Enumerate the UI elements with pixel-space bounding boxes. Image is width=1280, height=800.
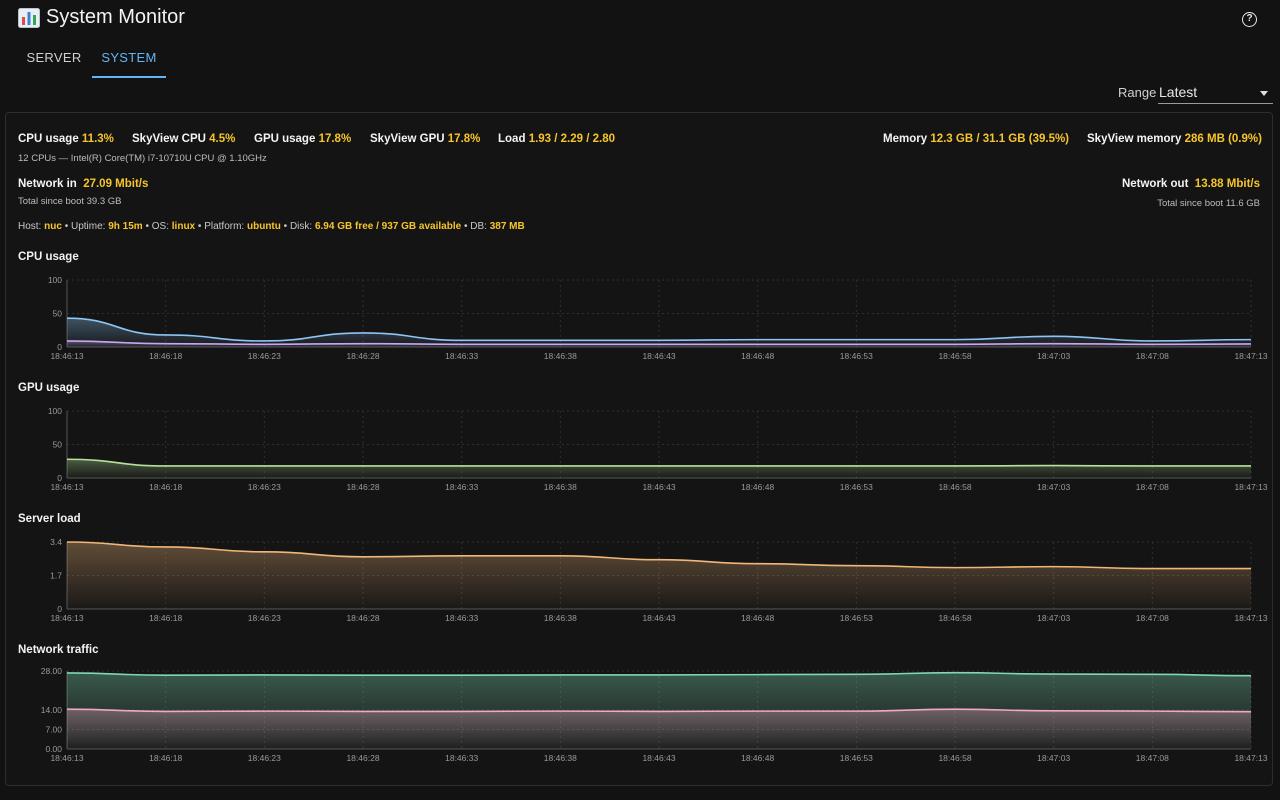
chevron-down-icon[interactable] xyxy=(1260,91,1268,96)
x-tick-label: 18:46:48 xyxy=(741,753,774,763)
x-tick-label: 18:46:18 xyxy=(149,482,182,492)
x-tick-label: 18:46:18 xyxy=(149,351,182,361)
x-tick-label: 18:46:28 xyxy=(346,753,379,763)
x-tick-label: 18:46:13 xyxy=(50,613,83,623)
x-tick-label: 18:47:03 xyxy=(1037,753,1070,763)
x-tick-label: 18:46:53 xyxy=(840,613,873,623)
app-title: System Monitor xyxy=(46,6,185,28)
y-tick-label: 100 xyxy=(48,275,62,285)
x-tick-label: 18:46:58 xyxy=(938,753,971,763)
stat-memory: Memory 12.3 GB / 31.1 GB (39.5%) xyxy=(883,133,1070,145)
x-tick-label: 18:46:23 xyxy=(248,351,281,361)
stat-skyview-cpu: SkyView CPU 4.5% xyxy=(132,133,236,145)
x-tick-label: 18:47:03 xyxy=(1037,482,1070,492)
x-tick-label: 18:47:08 xyxy=(1136,482,1169,492)
x-tick-label: 18:46:13 xyxy=(50,753,83,763)
x-tick-label: 18:46:18 xyxy=(149,753,182,763)
series-area xyxy=(67,709,1251,749)
x-tick-label: 18:47:03 xyxy=(1037,351,1070,361)
x-tick-label: 18:46:33 xyxy=(445,613,478,623)
x-tick-label: 18:46:58 xyxy=(938,482,971,492)
tab-system[interactable]: SYSTEM xyxy=(92,40,166,78)
x-tick-label: 18:47:08 xyxy=(1136,351,1169,361)
y-tick-label: 100 xyxy=(48,406,62,416)
x-tick-label: 18:46:58 xyxy=(938,351,971,361)
x-tick-label: 18:46:43 xyxy=(642,753,675,763)
y-tick-label: 28.00 xyxy=(41,666,63,676)
network-chart-title: Network traffic xyxy=(18,644,99,656)
y-tick-label: 3.4 xyxy=(50,537,62,547)
gpu-chart-title: GPU usage xyxy=(18,382,80,394)
x-tick-label: 18:46:43 xyxy=(642,613,675,623)
x-tick-label: 18:46:53 xyxy=(840,753,873,763)
gpu-usage-chart: 10050018:46:13 18:46:18 18:46:23 18:46:28 18… xyxy=(48,406,1268,492)
host-info-line: Host: nuc • Uptime: 9h 15m • OS: linux •… xyxy=(18,221,525,232)
x-tick-label: 18:47:13 xyxy=(1234,351,1267,361)
x-tick-label: 18:47:03 xyxy=(1037,613,1070,623)
network-traffic-chart: 28.0014.007.000.0018:46:13 18:46:18 18:46:… xyxy=(41,666,1268,763)
range-select[interactable]: Latest xyxy=(1158,80,1273,104)
x-tick-label: 18:47:13 xyxy=(1234,613,1267,623)
x-tick-label: 18:46:53 xyxy=(840,351,873,361)
x-tick-label: 18:46:28 xyxy=(346,351,379,361)
x-tick-label: 18:46:48 xyxy=(741,351,774,361)
stat-gpu-usage: GPU usage 17.8% xyxy=(254,133,352,145)
y-tick-label: 1.7 xyxy=(50,571,62,581)
x-tick-label: 18:46:23 xyxy=(248,613,281,623)
app-header: System Monitor ? xyxy=(0,0,1280,36)
range-select-value: Latest xyxy=(1159,84,1198,100)
series-area xyxy=(67,318,1251,347)
cpu-usage-chart: 10050018:46:13 18:46:18 18:46:23 18:46:28 18… xyxy=(48,275,1268,361)
x-tick-label: 18:46:33 xyxy=(445,753,478,763)
y-tick-label: 50 xyxy=(53,440,63,450)
stat-network-in: Network in 27.09 Mbit/s xyxy=(18,178,149,190)
x-tick-label: 18:46:53 xyxy=(840,482,873,492)
x-tick-label: 18:46:48 xyxy=(741,482,774,492)
network-out-total: Total since boot 11.6 GB xyxy=(1157,198,1260,209)
cpu-chart-title: CPU usage xyxy=(18,251,79,263)
x-tick-label: 18:46:38 xyxy=(544,482,577,492)
y-tick-label: 7.00 xyxy=(45,725,62,735)
y-tick-label: 14.00 xyxy=(41,705,63,715)
bar-chart-icon xyxy=(18,8,40,28)
x-tick-label: 18:46:43 xyxy=(642,351,675,361)
x-tick-label: 18:47:08 xyxy=(1136,613,1169,623)
stat-skyview-memory: SkyView memory 286 MB (0.9%) xyxy=(1087,133,1262,145)
x-tick-label: 18:46:38 xyxy=(544,613,577,623)
x-tick-label: 18:46:33 xyxy=(445,351,478,361)
cpu-info: 12 CPUs — Intel(R) Core(TM) i7-10710U CP… xyxy=(18,153,267,164)
load-chart-title: Server load xyxy=(18,513,81,525)
stat-network-out: Network out 13.88 Mbit/s xyxy=(1121,178,1260,190)
x-tick-label: 18:46:13 xyxy=(50,351,83,361)
x-tick-label: 18:47:08 xyxy=(1136,753,1169,763)
y-tick-label: 50 xyxy=(53,309,63,319)
x-tick-label: 18:46:18 xyxy=(149,613,182,623)
x-tick-label: 18:47:13 xyxy=(1234,753,1267,763)
stat-cpu-usage: CPU usage 11.3% xyxy=(18,133,114,145)
server-load-chart: 3.41.7018:46:13 18:46:18 18:46:23 18:46:28 1… xyxy=(50,537,1268,623)
x-tick-label: 18:46:58 xyxy=(938,613,971,623)
help-circle-icon[interactable]: ? xyxy=(1242,12,1257,27)
x-tick-label: 18:46:38 xyxy=(544,351,577,361)
network-in-total: Total since boot 39.3 GB xyxy=(18,196,122,207)
x-tick-label: 18:46:48 xyxy=(741,613,774,623)
range-label: Range xyxy=(1118,85,1157,100)
x-tick-label: 18:46:23 xyxy=(248,482,281,492)
x-tick-label: 18:46:38 xyxy=(544,753,577,763)
tab-server[interactable]: SERVER xyxy=(16,40,92,78)
stat-skyview-gpu: SkyView GPU 17.8% xyxy=(370,133,481,145)
x-tick-label: 18:46:33 xyxy=(445,482,478,492)
x-tick-label: 18:46:43 xyxy=(642,482,675,492)
stat-load: Load 1.93 / 2.29 / 2.80 xyxy=(498,133,616,145)
x-tick-label: 18:46:28 xyxy=(346,482,379,492)
x-tick-label: 18:46:23 xyxy=(248,753,281,763)
x-tick-label: 18:46:13 xyxy=(50,482,83,492)
x-tick-label: 18:47:13 xyxy=(1234,482,1267,492)
x-tick-label: 18:46:28 xyxy=(346,613,379,623)
